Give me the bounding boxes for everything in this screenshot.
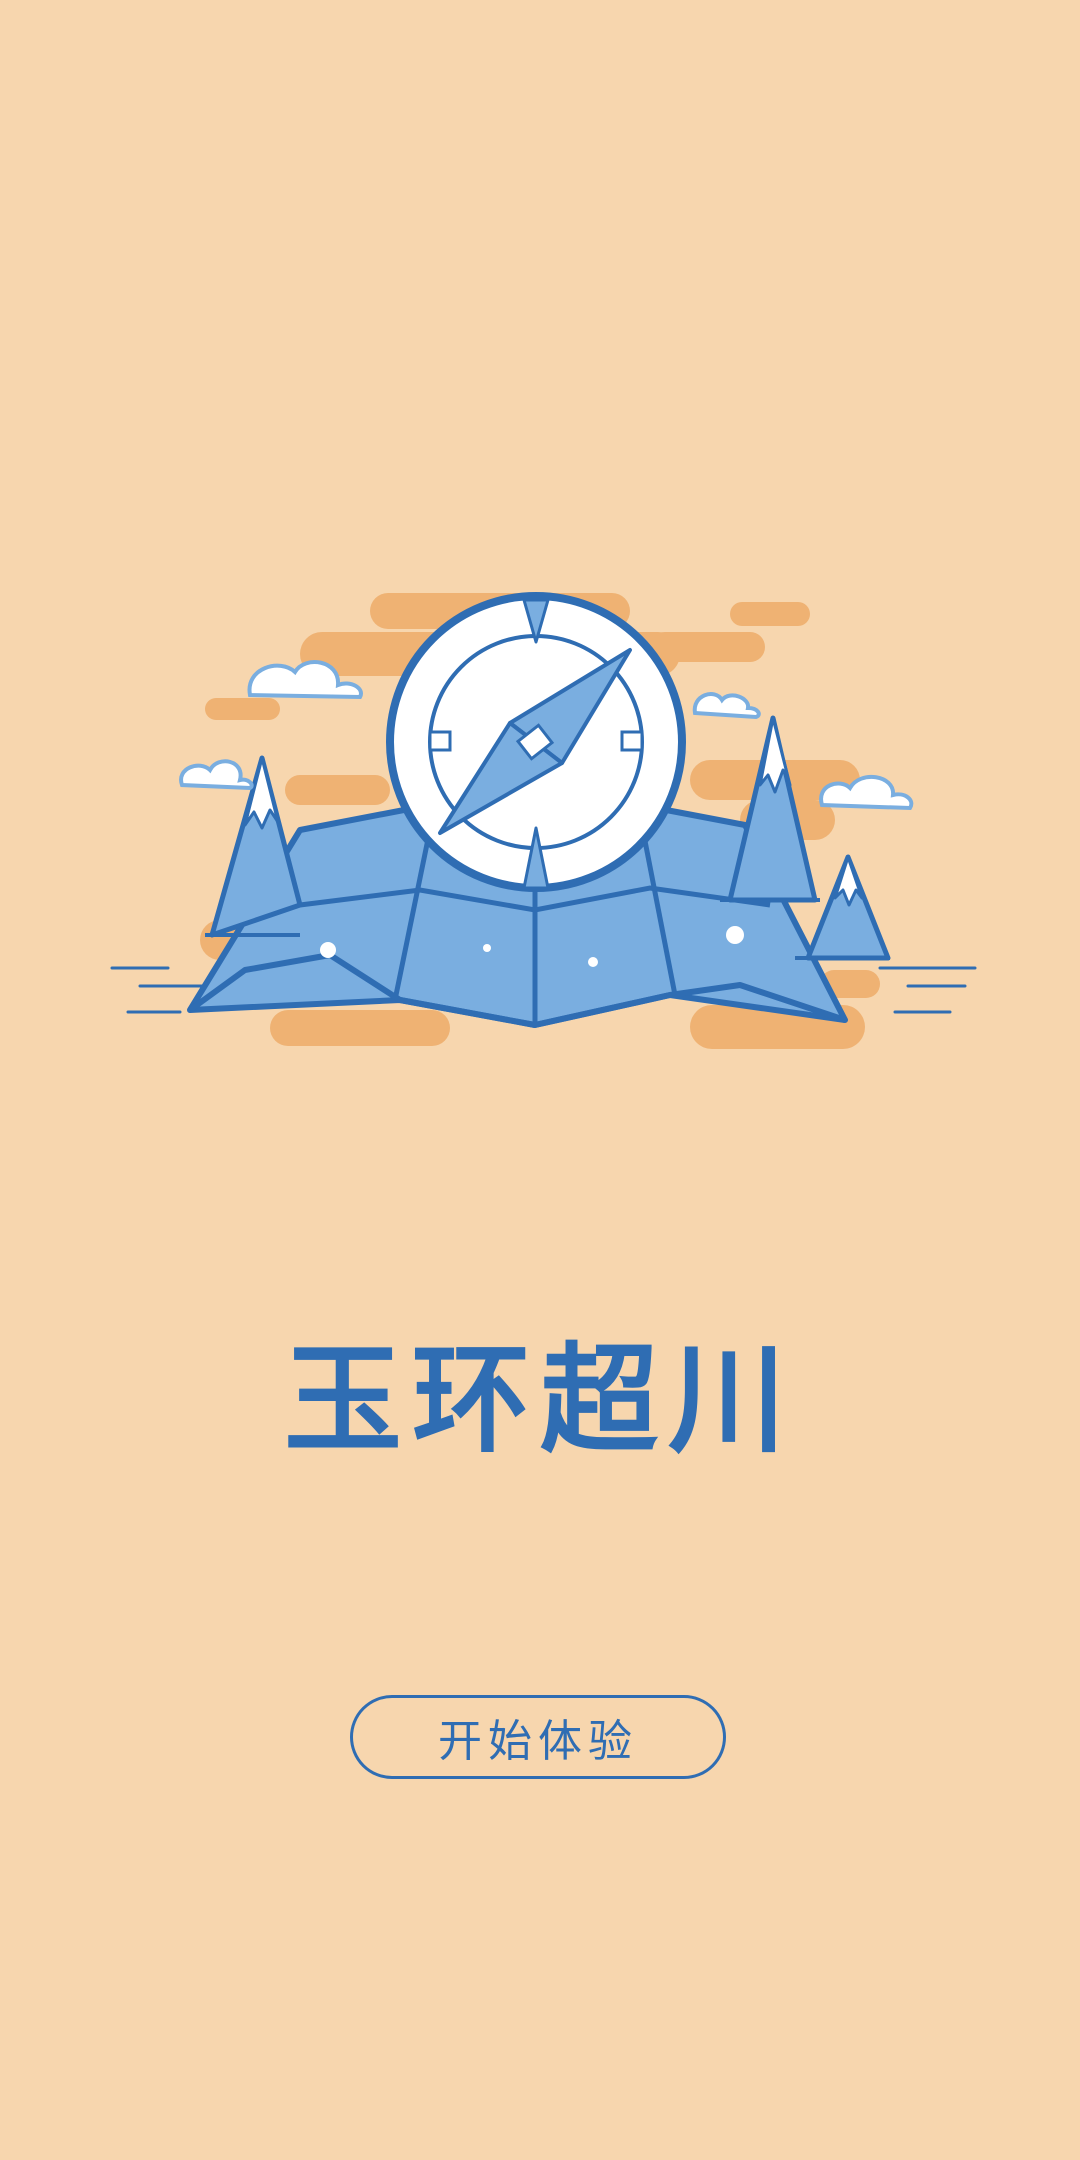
app-title: 玉环超川 [283, 1331, 796, 1469]
splash-screen: 玉环超川 开始体验 [0, 0, 1080, 2160]
start-experience-button[interactable]: 开始体验 [350, 1695, 726, 1779]
start-experience-label: 开始体验 [438, 1716, 638, 1767]
hero-illustration [110, 592, 977, 1049]
compass-icon [386, 592, 686, 892]
